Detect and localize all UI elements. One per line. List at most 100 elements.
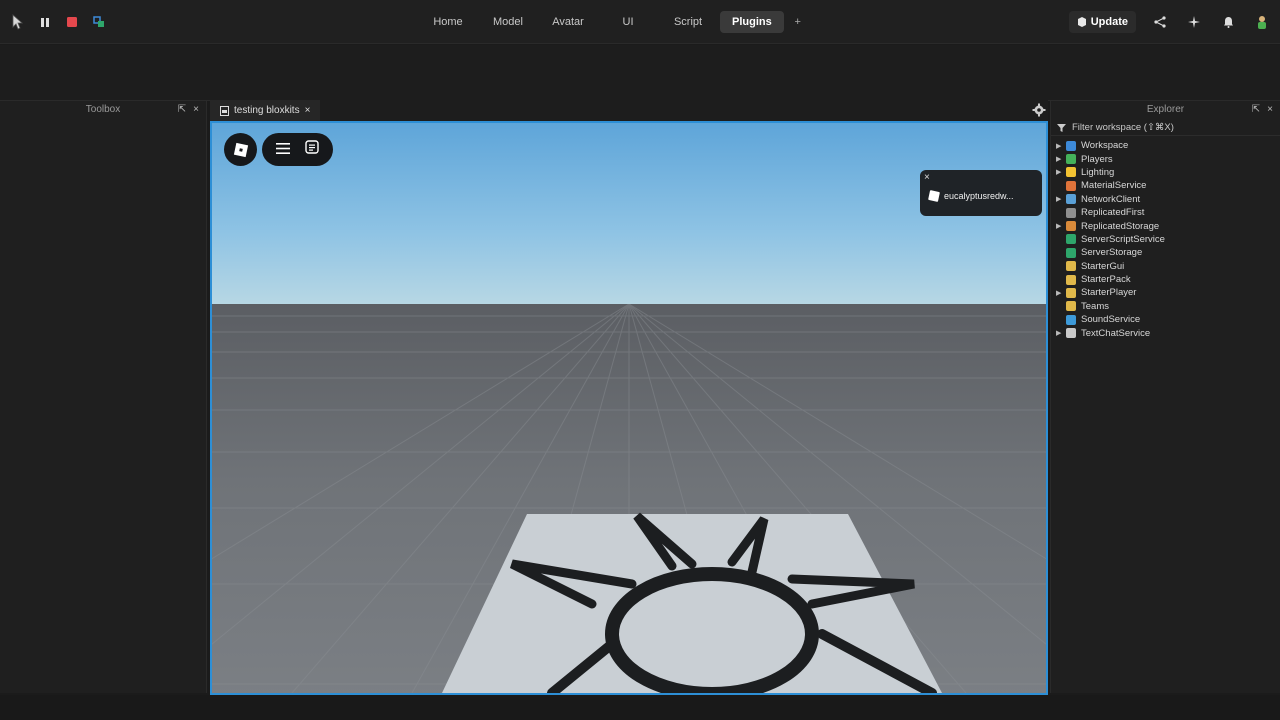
- explorer-title: Explorer: [1146, 104, 1185, 115]
- service-icon: [1066, 221, 1076, 232]
- tree-item-replicatedstorage[interactable]: ▶ ReplicatedStorage: [1051, 219, 1280, 232]
- tree-item-materialservice[interactable]: MaterialService: [1051, 179, 1280, 192]
- expand-arrow-icon[interactable]: ▶: [1051, 142, 1063, 150]
- tree-item-lighting[interactable]: ▶ Lighting: [1051, 166, 1280, 179]
- playtest-controls: [8, 12, 108, 32]
- undock-icon[interactable]: ⇱: [177, 104, 187, 116]
- tree-item-starterplayer[interactable]: ▶ StarterPlayer: [1051, 286, 1280, 299]
- expand-arrow-icon[interactable]: ▶: [1051, 329, 1063, 337]
- hamburger-menu-icon[interactable]: [275, 141, 290, 159]
- switch-client-icon[interactable]: [89, 12, 108, 32]
- tree-item-label: ReplicatedFirst: [1081, 207, 1145, 219]
- tree-item-label: StarterPack: [1081, 274, 1131, 286]
- tree-item-label: ServerScriptService: [1081, 233, 1165, 245]
- top-bar: Home Model Avatar UI Script Plugins + Up…: [0, 0, 1280, 44]
- update-label: Update: [1090, 16, 1128, 28]
- tree-item-label: TextChatService: [1081, 327, 1151, 339]
- assistant-sparkle-icon[interactable]: [1184, 12, 1204, 32]
- tree-item-startergui[interactable]: StarterGui: [1051, 260, 1280, 273]
- service-icon: [1066, 328, 1076, 339]
- tree-item-soundservice[interactable]: SoundService: [1051, 313, 1280, 326]
- filter-placeholder: Filter workspace (⇧⌘X): [1072, 122, 1174, 133]
- service-icon: [1066, 167, 1076, 178]
- share-icon[interactable]: [1150, 12, 1170, 32]
- gear-icon[interactable]: [1032, 103, 1046, 117]
- close-icon[interactable]: ×: [191, 104, 201, 116]
- update-button[interactable]: Update: [1068, 11, 1136, 33]
- tree-item-players[interactable]: ▶ Players: [1051, 152, 1280, 165]
- place-file-icon: [220, 105, 229, 116]
- stop-button[interactable]: [62, 12, 81, 32]
- tree-item-textchatservice[interactable]: ▶ TextChatService: [1051, 326, 1280, 339]
- ribbon-tabs: Home Model Avatar UI Script Plugins +: [420, 11, 808, 33]
- tree-item-label: NetworkClient: [1081, 193, 1141, 205]
- notifications-bell-icon[interactable]: [1218, 12, 1238, 32]
- toast-text: eucalyptusredw...: [944, 191, 1014, 201]
- tree-item-serverscriptservice[interactable]: ServerScriptService: [1051, 233, 1280, 246]
- tree-item-label: SoundService: [1081, 314, 1141, 326]
- service-icon: [1066, 234, 1076, 245]
- add-tab-button[interactable]: +: [788, 11, 808, 33]
- chat-icon[interactable]: [305, 140, 319, 159]
- tree-item-workspace[interactable]: ▶ Workspace: [1051, 139, 1280, 152]
- explorer-panel: Explorer ⇱ × Filter workspace (⇧⌘X) ▶ Wor…: [1050, 101, 1280, 693]
- tab-script[interactable]: Script: [660, 11, 716, 33]
- player-join-toast: × eucalyptusredw...: [920, 170, 1042, 216]
- game-viewport[interactable]: × eucalyptusredw...: [210, 121, 1048, 695]
- tree-item-label: Players: [1081, 153, 1113, 165]
- hud-pill: [262, 133, 333, 166]
- undock-icon[interactable]: ⇱: [1251, 104, 1261, 116]
- ribbon-toolbar: [0, 45, 1280, 101]
- tree-item-label: ServerStorage: [1081, 247, 1143, 259]
- close-toast-icon[interactable]: ×: [924, 172, 930, 183]
- tree-item-label: StarterGui: [1081, 260, 1125, 272]
- topbar-actions: Update: [1068, 11, 1272, 33]
- toolbox-title: Toolbox: [85, 104, 121, 115]
- explorer-filter-input[interactable]: Filter workspace (⇧⌘X): [1051, 120, 1280, 136]
- document-tab-title: testing bloxkits: [234, 105, 300, 116]
- tree-item-replicatedfirst[interactable]: ReplicatedFirst: [1051, 206, 1280, 219]
- expand-arrow-icon[interactable]: ▶: [1051, 168, 1063, 176]
- service-icon: [1066, 274, 1076, 285]
- expand-arrow-icon[interactable]: ▶: [1051, 155, 1063, 163]
- status-bar: [0, 695, 1280, 720]
- avatar[interactable]: [1252, 12, 1272, 32]
- roblox-badge-icon: [928, 190, 940, 202]
- pause-button[interactable]: [35, 12, 54, 32]
- document-tabbar: testing bloxkits ×: [210, 100, 1048, 121]
- expand-arrow-icon[interactable]: ▶: [1051, 195, 1063, 203]
- tab-model[interactable]: Model: [480, 11, 536, 33]
- tab-plugins[interactable]: Plugins: [720, 11, 784, 33]
- service-icon: [1066, 287, 1076, 298]
- tree-item-label: Lighting: [1081, 166, 1115, 178]
- service-icon: [1066, 261, 1076, 272]
- tree-item-label: StarterPlayer: [1081, 287, 1137, 299]
- expand-arrow-icon[interactable]: ▶: [1051, 289, 1063, 297]
- tab-testing-bloxkits[interactable]: testing bloxkits ×: [210, 100, 321, 121]
- tree-item-networkclient[interactable]: ▶ NetworkClient: [1051, 193, 1280, 206]
- baseplate-grid: [212, 304, 1046, 693]
- service-icon: [1066, 194, 1076, 205]
- toolbox-header: Toolbox ⇱ ×: [0, 101, 206, 119]
- tab-ui[interactable]: UI: [600, 11, 656, 33]
- roblox-logo-icon: [233, 142, 248, 157]
- tab-home[interactable]: Home: [420, 11, 476, 33]
- select-cursor-icon[interactable]: [8, 12, 27, 32]
- tree-item-teams[interactable]: Teams: [1051, 300, 1280, 313]
- expand-arrow-icon[interactable]: ▶: [1051, 222, 1063, 230]
- explorer-header: Explorer ⇱ ×: [1051, 101, 1280, 119]
- explorer-tree: ▶ Workspace ▶ Players ▶ Lighting MaterialServi…: [1051, 136, 1280, 340]
- service-icon: [1066, 180, 1076, 191]
- service-icon: [1066, 247, 1076, 258]
- service-icon: [1066, 140, 1076, 151]
- tree-item-starterpack[interactable]: StarterPack: [1051, 273, 1280, 286]
- filter-icon: [1057, 123, 1066, 132]
- tree-item-label: ReplicatedStorage: [1081, 220, 1160, 232]
- roblox-menu-button[interactable]: [224, 133, 257, 166]
- toolbox-panel: Toolbox ⇱ ×: [0, 101, 207, 693]
- close-icon[interactable]: ×: [1265, 104, 1275, 116]
- tree-item-serverstorage[interactable]: ServerStorage: [1051, 246, 1280, 259]
- tab-avatar[interactable]: Avatar: [540, 11, 596, 33]
- close-tab-icon[interactable]: ×: [305, 105, 311, 116]
- service-icon: [1066, 207, 1076, 218]
